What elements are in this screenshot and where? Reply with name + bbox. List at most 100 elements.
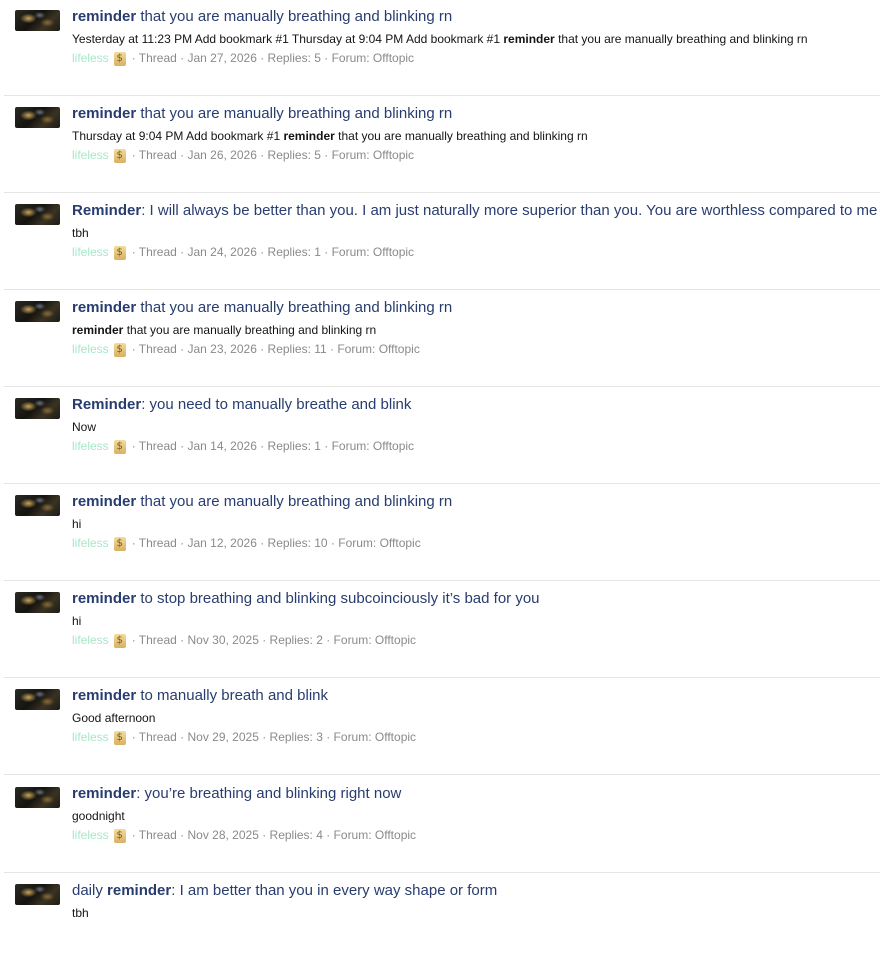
username-link[interactable]: lifeless bbox=[72, 730, 109, 745]
username-link[interactable]: lifeless bbox=[72, 439, 109, 454]
highlight-term: Reminder bbox=[72, 202, 142, 219]
dollar-badge-icon: $ bbox=[113, 828, 126, 843]
meta-text: · Thread · Nov 28, 2025 · Replies: 4 · F… bbox=[131, 828, 417, 842]
dollar-badge-icon: $ bbox=[113, 730, 126, 745]
text-segment: goodnight bbox=[72, 809, 125, 823]
search-result: reminder that you are manually breathing… bbox=[4, 291, 880, 387]
avatar[interactable] bbox=[15, 787, 60, 808]
avatar[interactable] bbox=[15, 592, 60, 613]
text-segment: Now bbox=[72, 420, 97, 434]
result-meta: lifeless $ · Thread · Jan 24, 2026 · Rep… bbox=[72, 245, 414, 260]
text-segment: : you need to manually breathe and blink bbox=[141, 396, 412, 413]
text-segment: hi bbox=[72, 517, 82, 531]
text-segment: : I am better than you in every way shap… bbox=[171, 882, 498, 899]
highlight-term: reminder bbox=[72, 105, 137, 122]
text-segment: to manually breath and blink bbox=[136, 687, 328, 704]
search-result: daily reminder: I am better than you in … bbox=[4, 874, 880, 970]
highlight-term: reminder bbox=[503, 32, 555, 46]
search-result: reminder to manually breath and blink Go… bbox=[4, 679, 880, 775]
username-link[interactable]: lifeless bbox=[72, 633, 109, 648]
thread-title-link[interactable]: reminder: you’re breathing and blinking … bbox=[72, 785, 401, 803]
text-segment: that you are manually breathing and blin… bbox=[334, 129, 588, 143]
thread-title-link[interactable]: Reminder: I will always be better than y… bbox=[72, 202, 877, 220]
username-link[interactable]: lifeless bbox=[72, 536, 109, 551]
highlight-term: reminder bbox=[72, 590, 137, 607]
result-snippet: Yesterday at 11:23 PM Add bookmark #1 Th… bbox=[72, 32, 808, 47]
username-link[interactable]: lifeless bbox=[72, 148, 109, 163]
avatar[interactable] bbox=[15, 884, 60, 905]
result-meta: lifeless $ · Thread · Nov 29, 2025 · Rep… bbox=[72, 730, 416, 745]
username-link[interactable]: lifeless bbox=[72, 51, 109, 66]
result-meta: lifeless $ · Thread · Nov 28, 2025 · Rep… bbox=[72, 828, 416, 843]
thread-title-link[interactable]: reminder that you are manually breathing… bbox=[72, 299, 452, 317]
avatar[interactable] bbox=[15, 301, 60, 322]
result-snippet: hi bbox=[72, 614, 81, 629]
thread-title-link[interactable]: reminder that you are manually breathing… bbox=[72, 493, 452, 511]
dollar-badge-icon: $ bbox=[113, 439, 126, 454]
highlight-term: reminder bbox=[72, 8, 137, 25]
thread-title-link[interactable]: reminder to stop breathing and blinking … bbox=[72, 590, 540, 608]
meta-text: · Thread · Jan 23, 2026 · Replies: 11 · … bbox=[131, 342, 420, 356]
username-link[interactable]: lifeless bbox=[72, 342, 109, 357]
highlight-term: reminder bbox=[72, 323, 124, 337]
avatar[interactable] bbox=[15, 689, 60, 710]
highlight-term: Reminder bbox=[72, 396, 142, 413]
avatar[interactable] bbox=[15, 204, 60, 225]
text-segment: Thursday at 9:04 PM Add bookmark #1 bbox=[72, 129, 284, 143]
result-meta: lifeless $ · Thread · Jan 27, 2026 · Rep… bbox=[72, 51, 414, 66]
avatar[interactable] bbox=[15, 107, 60, 128]
highlight-term: reminder bbox=[72, 687, 137, 704]
text-segment: hi bbox=[72, 614, 82, 628]
meta-text: · Thread · Jan 12, 2026 · Replies: 10 · … bbox=[131, 536, 421, 550]
result-snippet: tbh bbox=[72, 226, 89, 241]
text-segment: tbh bbox=[72, 906, 89, 920]
thread-title-link[interactable]: reminder that you are manually breathing… bbox=[72, 105, 452, 123]
search-result: reminder to stop breathing and blinking … bbox=[4, 582, 880, 678]
result-snippet: reminder that you are manually breathing… bbox=[72, 323, 376, 338]
avatar[interactable] bbox=[15, 495, 60, 516]
text-segment: that you are manually breathing and blin… bbox=[123, 323, 377, 337]
result-snippet: Thursday at 9:04 PM Add bookmark #1 remi… bbox=[72, 129, 588, 144]
result-snippet: Good afternoon bbox=[72, 711, 155, 726]
avatar[interactable] bbox=[15, 10, 60, 31]
thread-title-link[interactable]: Reminder: you need to manually breathe a… bbox=[72, 396, 411, 414]
search-result: Reminder: you need to manually breathe a… bbox=[4, 388, 880, 484]
dollar-badge-icon: $ bbox=[113, 148, 126, 163]
result-meta: lifeless $ · Thread · Jan 23, 2026 · Rep… bbox=[72, 342, 420, 357]
result-meta: lifeless $ · Thread · Jan 12, 2026 · Rep… bbox=[72, 536, 421, 551]
search-result: reminder that you are manually breathing… bbox=[4, 97, 880, 193]
thread-title-link[interactable]: reminder that you are manually breathing… bbox=[72, 8, 452, 26]
highlight-term: reminder bbox=[72, 299, 137, 316]
search-result: reminder that you are manually breathing… bbox=[4, 485, 880, 581]
highlight-term: reminder bbox=[107, 882, 172, 899]
text-segment: : I will always be better than you. I am… bbox=[141, 202, 878, 219]
meta-text: · Thread · Nov 30, 2025 · Replies: 2 · F… bbox=[131, 633, 417, 647]
result-snippet: hi bbox=[72, 517, 81, 532]
dollar-badge-icon: $ bbox=[113, 51, 126, 66]
highlight-term: reminder bbox=[72, 493, 137, 510]
result-meta: lifeless $ · Thread · Nov 30, 2025 · Rep… bbox=[72, 633, 416, 648]
text-segment: that you are manually breathing and blin… bbox=[136, 105, 453, 122]
text-segment: that you are manually breathing and blin… bbox=[554, 32, 808, 46]
text-segment: that you are manually breathing and blin… bbox=[136, 8, 453, 25]
dollar-badge-icon: $ bbox=[113, 342, 126, 357]
text-segment: : you’re breathing and blinking right no… bbox=[136, 785, 402, 802]
text-segment: that you are manually breathing and blin… bbox=[136, 493, 453, 510]
meta-text: · Thread · Nov 29, 2025 · Replies: 3 · F… bbox=[131, 730, 417, 744]
username-link[interactable]: lifeless bbox=[72, 245, 109, 260]
result-meta: lifeless $ · Thread · Jan 26, 2026 · Rep… bbox=[72, 148, 414, 163]
username-link[interactable]: lifeless bbox=[72, 828, 109, 843]
search-result: Reminder: I will always be better than y… bbox=[4, 194, 880, 290]
avatar[interactable] bbox=[15, 398, 60, 419]
text-segment: to stop breathing and blinking subcoinci… bbox=[136, 590, 540, 607]
thread-title-link[interactable]: reminder to manually breath and blink bbox=[72, 687, 328, 705]
result-snippet: tbh bbox=[72, 906, 89, 921]
text-segment: that you are manually breathing and blin… bbox=[136, 299, 453, 316]
text-segment: Good afternoon bbox=[72, 711, 156, 725]
meta-text: · Thread · Jan 24, 2026 · Replies: 1 · F… bbox=[131, 245, 415, 259]
dollar-badge-icon: $ bbox=[113, 536, 126, 551]
result-snippet: Now bbox=[72, 420, 96, 435]
thread-title-link[interactable]: daily reminder: I am better than you in … bbox=[72, 882, 497, 900]
dollar-badge-icon: $ bbox=[113, 633, 126, 648]
meta-text: · Thread · Jan 14, 2026 · Replies: 1 · F… bbox=[131, 439, 415, 453]
